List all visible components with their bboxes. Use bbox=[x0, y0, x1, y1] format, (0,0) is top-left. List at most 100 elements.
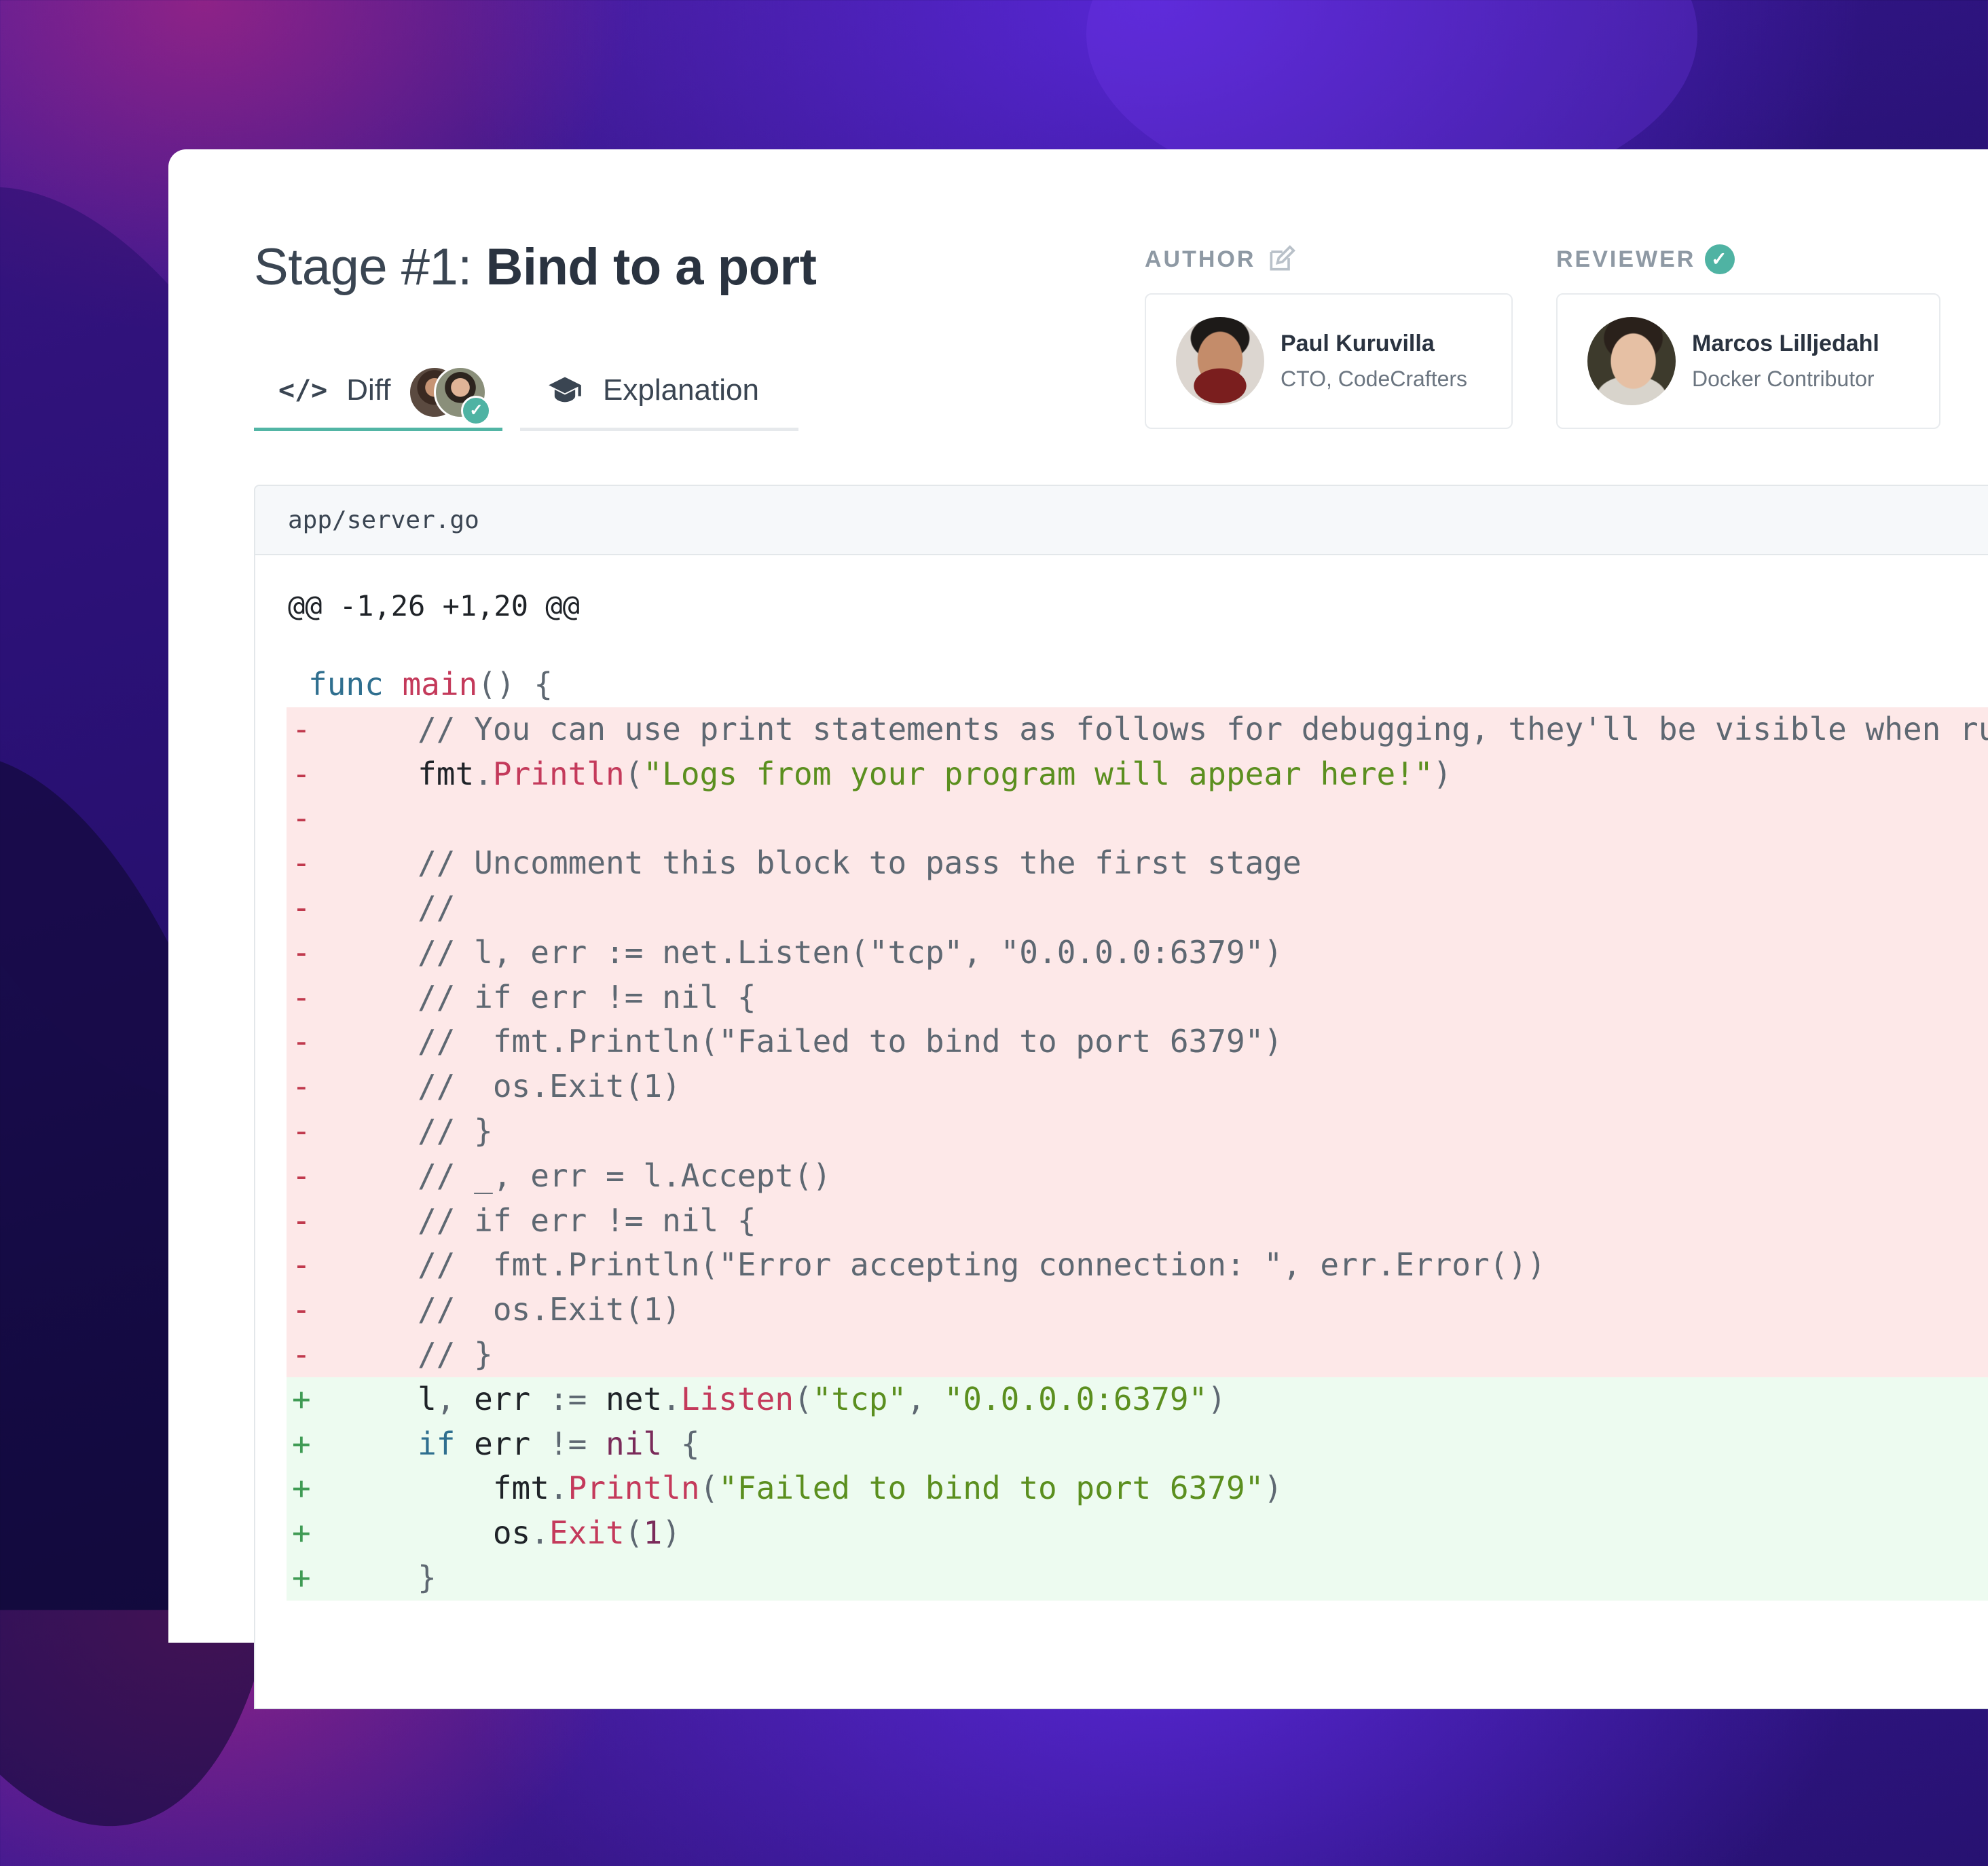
diff-sign: - bbox=[292, 755, 311, 792]
code-token: func bbox=[308, 666, 403, 703]
code-token: // if err != nil { bbox=[361, 1201, 756, 1239]
code-token: ( bbox=[624, 1514, 644, 1552]
code-token: "tcp" bbox=[812, 1380, 907, 1417]
deleted-line: - // } bbox=[287, 1108, 1988, 1154]
verified-check-icon: ✓ bbox=[1705, 244, 1735, 274]
code-token: // l, err := net.Listen("tcp", "0.0.0.0:… bbox=[361, 933, 1283, 971]
diff-sign: - bbox=[292, 1068, 311, 1105]
graduation-cap-icon bbox=[549, 377, 581, 403]
code-token: // You can use print statements as follo… bbox=[418, 710, 1988, 747]
deleted-line: - // os.Exit(1) bbox=[287, 1064, 1988, 1109]
code-token: main bbox=[402, 666, 478, 703]
code-token: err bbox=[474, 1380, 549, 1417]
diff-sign: - bbox=[292, 933, 311, 971]
diff-sign: - bbox=[292, 978, 311, 1015]
code-token: Println bbox=[492, 755, 625, 792]
tab-diff-label: Diff bbox=[346, 373, 391, 407]
code-token: . bbox=[474, 755, 493, 792]
code-token: err bbox=[474, 1425, 549, 1462]
deleted-line: - // fmt.Println("Failed to bind to port… bbox=[287, 1020, 1988, 1065]
code-token: // fmt.Println("Failed to bind to port 6… bbox=[361, 1023, 1283, 1060]
diff-sign: - bbox=[292, 1246, 311, 1284]
diff-sign: + bbox=[292, 1470, 311, 1507]
file-path: app/server.go bbox=[288, 506, 479, 534]
diff-sign: + bbox=[292, 1514, 311, 1552]
avatar bbox=[1176, 317, 1264, 405]
code-token: "0.0.0.0:6379" bbox=[944, 1380, 1208, 1417]
hunk-header: @@ -1,26 +1,20 @@ bbox=[288, 589, 580, 622]
code-token: := bbox=[549, 1380, 606, 1417]
added-line: + l, err := net.Listen("tcp", "0.0.0.0:6… bbox=[287, 1377, 1988, 1422]
code-token: ) bbox=[1207, 1380, 1227, 1417]
code-token: ) bbox=[1433, 755, 1452, 792]
code-token: ( bbox=[794, 1380, 813, 1417]
tab-explanation[interactable]: Explanation bbox=[520, 353, 798, 431]
reviewer-role-label: REVIEWER bbox=[1556, 246, 1696, 272]
code-token: fmt bbox=[361, 755, 475, 792]
diff-sign: - bbox=[292, 844, 311, 882]
file-header: app/server.go bbox=[255, 486, 1988, 555]
code-token: ) bbox=[1264, 1470, 1283, 1507]
code-token: os bbox=[361, 1514, 531, 1552]
deleted-line: - // os.Exit(1) bbox=[287, 1288, 1988, 1332]
code-token: , bbox=[436, 1380, 475, 1417]
code-token: . bbox=[530, 1514, 549, 1552]
code-token: // os.Exit(1) bbox=[361, 1291, 681, 1328]
tab-diff[interactable]: </> Diff ✓ bbox=[254, 353, 502, 431]
diff-sign: - bbox=[292, 1335, 311, 1373]
deleted-line: - // Uncomment this block to pass the fi… bbox=[287, 841, 1988, 886]
deleted-line: - // You can use print statements as fol… bbox=[287, 707, 1988, 752]
diff-sign: - bbox=[292, 800, 311, 837]
deleted-line: - // bbox=[287, 885, 1988, 931]
diff-sign: - bbox=[292, 1112, 311, 1149]
code-token: // if err != nil { bbox=[361, 978, 756, 1015]
code-token: Println bbox=[568, 1470, 700, 1507]
deleted-line: - fmt.Println("Logs from your program wi… bbox=[287, 751, 1988, 797]
deleted-line: - // if err != nil { bbox=[287, 975, 1988, 1020]
code-token: ) bbox=[662, 1514, 681, 1552]
code-token: if bbox=[361, 1425, 475, 1462]
diff-sign: - bbox=[292, 889, 311, 926]
code-token: Listen bbox=[680, 1380, 794, 1417]
author-card[interactable]: Paul Kuruvilla CTO, CodeCrafters bbox=[1145, 293, 1513, 429]
reviewer-card[interactable]: Marcos Lilljedahl Docker Contributor bbox=[1556, 293, 1940, 429]
code-token: () { bbox=[477, 666, 553, 703]
avatar-stack: ✓ bbox=[408, 363, 492, 426]
code-token: fmt bbox=[361, 1470, 549, 1507]
diff-sign: - bbox=[292, 1201, 311, 1239]
diff-sign: + bbox=[292, 1559, 311, 1596]
code-token: Exit bbox=[549, 1514, 625, 1552]
code-lines: func main() {- // You can use print stat… bbox=[287, 663, 1988, 1601]
reviewer-title: Docker Contributor bbox=[1692, 367, 1875, 391]
deleted-line: - // fmt.Println("Error accepting connec… bbox=[287, 1243, 1988, 1288]
code-icon: </> bbox=[278, 375, 328, 406]
deleted-line: - // _, err = l.Accept() bbox=[287, 1153, 1988, 1199]
diff-sign: - bbox=[292, 1023, 311, 1060]
deleted-line: - // } bbox=[287, 1332, 1988, 1377]
code-token: // bbox=[361, 889, 456, 926]
check-icon: ✓ bbox=[461, 396, 492, 426]
code-token: } bbox=[361, 1559, 437, 1596]
author-title: CTO, CodeCrafters bbox=[1281, 367, 1468, 391]
code-token: // _, err = l.Accept() bbox=[361, 1157, 832, 1194]
stage-prefix: Stage #1: bbox=[254, 238, 472, 296]
stage-title: Bind to a port bbox=[485, 238, 817, 296]
page-title: Stage #1: Bind to a port bbox=[254, 238, 817, 297]
code-token: "Logs from your program will appear here… bbox=[643, 755, 1433, 792]
code-token: l bbox=[361, 1380, 437, 1417]
code-token: net bbox=[606, 1380, 663, 1417]
code-token: "Failed to bind to port 6379" bbox=[718, 1470, 1264, 1507]
added-line: + os.Exit(1) bbox=[287, 1511, 1988, 1556]
code-token: nil bbox=[606, 1425, 663, 1462]
code-token: // os.Exit(1) bbox=[361, 1068, 681, 1105]
code-token: { bbox=[662, 1425, 700, 1462]
code-token: . bbox=[662, 1380, 681, 1417]
edit-icon[interactable] bbox=[1266, 244, 1296, 274]
diff-sign: + bbox=[292, 1380, 311, 1417]
tab-explanation-label: Explanation bbox=[603, 373, 759, 407]
avatar bbox=[1587, 317, 1676, 405]
code-token: // fmt.Println("Error accepting connecti… bbox=[361, 1246, 1546, 1284]
added-line: + if err != nil { bbox=[287, 1421, 1988, 1467]
diff-sign: - bbox=[292, 1291, 311, 1328]
code-token: != bbox=[549, 1425, 606, 1462]
